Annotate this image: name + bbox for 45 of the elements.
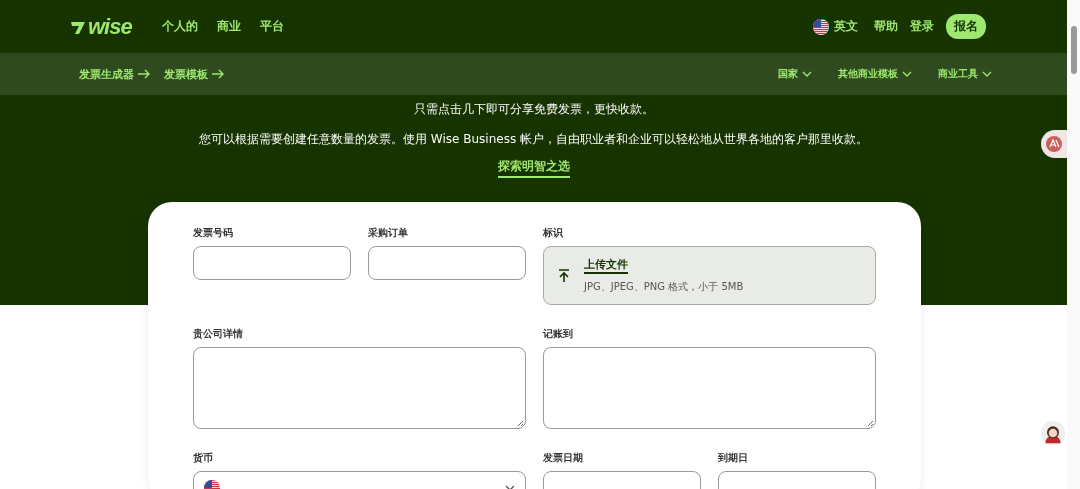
subnav-link[interactable]: 发票生成器 xyxy=(79,66,134,82)
resize-grip-icon[interactable] xyxy=(517,420,524,427)
logo-icon xyxy=(70,19,86,34)
nav-link[interactable]: 商业 xyxy=(216,18,241,35)
field-label: 贵公司详情 xyxy=(193,327,244,341)
header-link[interactable]: 登录 xyxy=(910,18,934,35)
input-field[interactable] xyxy=(368,246,526,280)
assistant-avatar-icon[interactable] xyxy=(1041,421,1065,445)
field-label: 货币 xyxy=(193,451,214,465)
resize-grip-icon[interactable] xyxy=(867,420,874,427)
input-field[interactable] xyxy=(193,246,351,280)
flag-icon xyxy=(813,18,829,35)
scrollbar[interactable] xyxy=(1067,0,1080,489)
hero-description: 您可以根据需要创建任意数量的发票。使用 Wise Business 帐户，自由职业者和企业可以轻松地从世界各地的客户那里收款。 xyxy=(199,131,868,148)
field-label: 到期日 xyxy=(718,451,749,465)
translate-icon xyxy=(1046,136,1062,152)
signup-button[interactable]: 报名 xyxy=(946,14,986,39)
upload-link[interactable]: 上传文件 xyxy=(584,257,628,274)
field-label: 标识 xyxy=(543,226,564,240)
upload-area[interactable]: 上传文件 JPG、JPEG、PNG 格式，小于 5MB xyxy=(543,246,876,305)
language-link[interactable]: 英文 xyxy=(834,18,858,35)
arrow-right-icon xyxy=(212,69,224,79)
field-label: 采购订单 xyxy=(368,226,409,240)
upload-hint: JPG、JPEG、PNG 格式，小于 5MB xyxy=(584,280,744,294)
menu-dropdown[interactable]: 国家 xyxy=(778,67,798,81)
hero-tagline: 只需点击几下即可分享免费发票，更快收款。 xyxy=(413,101,654,118)
translate-button[interactable] xyxy=(1041,130,1067,158)
field-label: 记账到 xyxy=(543,327,574,341)
chevron-down-icon xyxy=(902,71,912,77)
nav-link[interactable]: 平台 xyxy=(259,18,284,35)
text-area[interactable] xyxy=(193,347,526,429)
menu-dropdown[interactable]: 商业工具 xyxy=(938,67,978,81)
explore-link[interactable]: 探索明智之选 xyxy=(497,158,570,178)
field-label: 发票日期 xyxy=(543,451,584,465)
upload-icon xyxy=(558,268,570,283)
logo[interactable]: wise xyxy=(88,13,132,40)
nav-link[interactable]: 个人的 xyxy=(161,18,198,35)
text-area[interactable] xyxy=(543,347,876,429)
header-link[interactable]: 帮助 xyxy=(874,18,898,35)
arrow-right-icon xyxy=(138,69,150,79)
field-label: 发票号码 xyxy=(193,226,234,240)
menu-dropdown[interactable]: 其他商业模板 xyxy=(838,67,898,81)
chevron-down-icon xyxy=(802,71,812,77)
chevron-down-icon xyxy=(982,71,992,77)
subnav-link[interactable]: 发票模板 xyxy=(164,66,208,82)
